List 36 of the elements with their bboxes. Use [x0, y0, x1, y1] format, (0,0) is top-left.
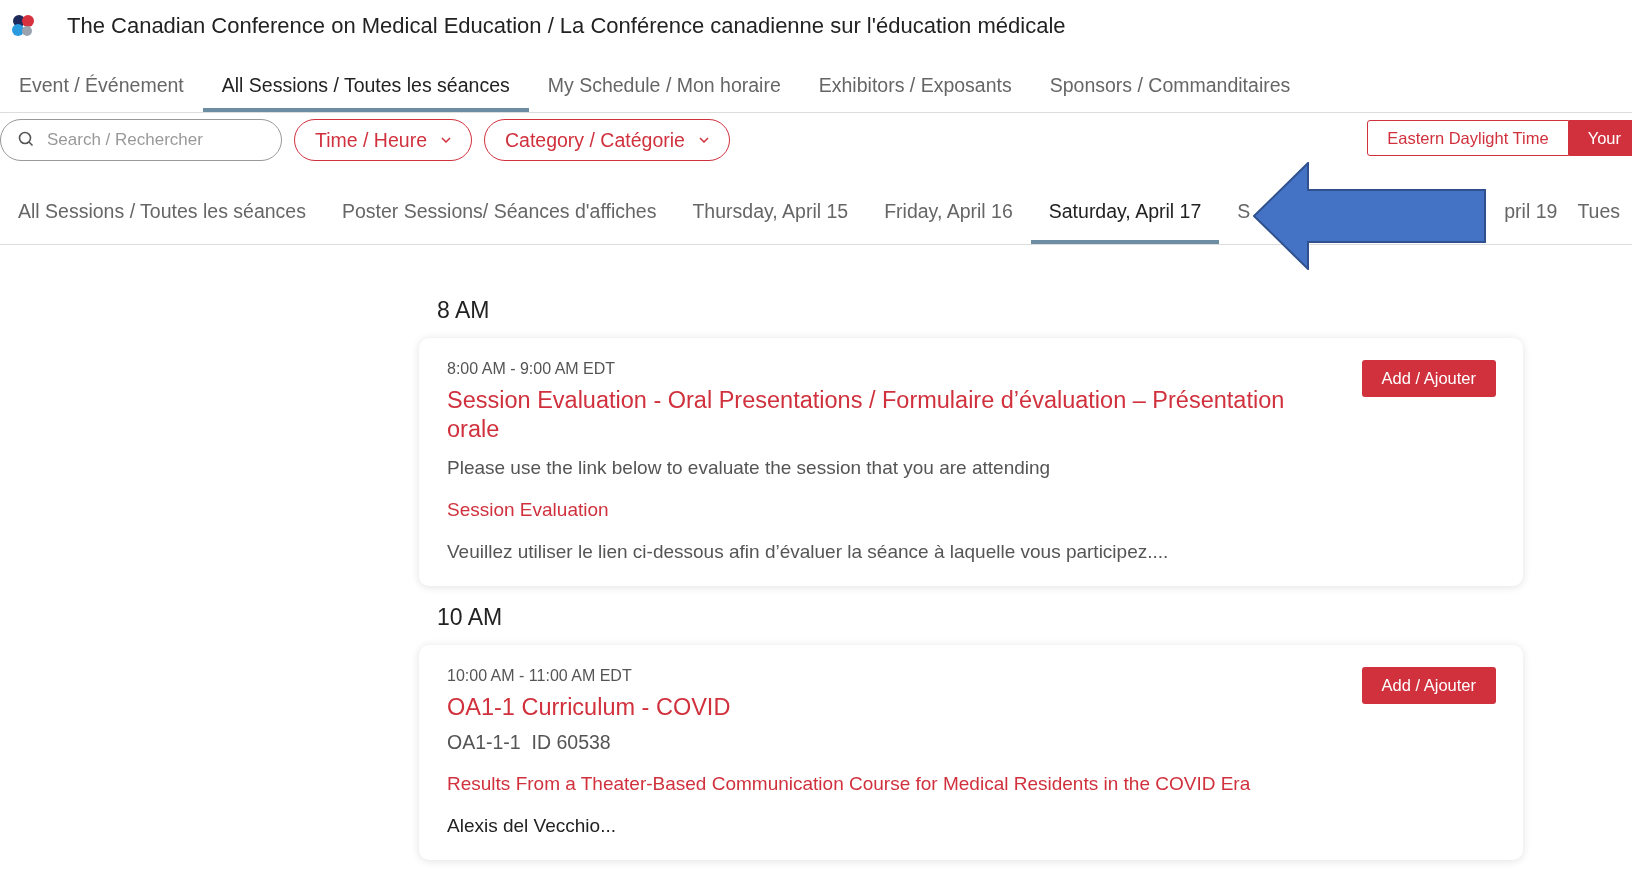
session-link[interactable]: Results From a Theater-Based Communication Course for Medical Residents in the COVID Era — [447, 772, 1327, 796]
nav-tab[interactable]: Exhibitors / Exposants — [799, 52, 1031, 112]
hour-heading: 10 AM — [436, 604, 504, 631]
session-description: Veuillez utiliser le lien ci-dessous afin d’évaluer la séance à laquelle vous participez.... — [447, 540, 1170, 564]
nav-tab[interactable]: My Schedule / Mon horaire — [528, 52, 800, 112]
filter-dropdown[interactable]: Category / Catégorie — [484, 119, 730, 161]
chevron-down-icon — [441, 137, 451, 143]
date-tab[interactable]: pril 19 — [1490, 188, 1568, 244]
date-tab[interactable]: Friday, April 16 — [866, 188, 1031, 244]
session-link[interactable]: Session Evaluation — [447, 498, 1327, 522]
session-title-link[interactable]: Session Evaluation - Oral Presentations / Formulaire d’évaluation – Présentation orale — [447, 386, 1327, 444]
date-tab[interactable]: Poster Sessions/ Séances d'affiches — [323, 188, 675, 244]
date-tab[interactable]: All Sessions / Toutes les séances — [0, 188, 324, 244]
add-button[interactable]: Add / Ajouter — [1361, 667, 1496, 704]
session-title-link[interactable]: OA1-1 Curriculum - COVID — [447, 693, 1327, 722]
date-tab[interactable]: Thursday, April 15 — [674, 188, 867, 244]
session-time: 10:00 AM - 11:00 AM EDT — [447, 667, 633, 685]
date-tab[interactable]: Tues — [1567, 188, 1621, 244]
session-description: Please use the link below to evaluate the session that you are attending — [447, 456, 1052, 480]
chevron-down-icon — [698, 137, 709, 143]
date-tab[interactable]: Saturday, April 17 — [1030, 188, 1220, 244]
filter-dropdown[interactable]: Time / Heure — [294, 119, 472, 161]
site-title: The Canadian Conference on Medical Education / La Conférence canadienne sur l'éducation médicale — [67, 13, 1066, 39]
nav-tab[interactable]: All Sessions / Toutes les séances — [202, 52, 529, 112]
abstract-id: OA1-1-1 ID 60538 — [447, 730, 612, 754]
search-field[interactable]: Search / Rechercher — [0, 119, 282, 161]
session-time: 8:00 AM - 9:00 AM EDT — [447, 360, 617, 378]
author-name: Alexis del Vecchio... — [447, 814, 617, 838]
timezone-option[interactable]: Eastern Daylight Time — [1367, 120, 1569, 156]
nav-tab[interactable]: Sponsors / Commanditaires — [1030, 52, 1310, 112]
timezone-option[interactable]: Your — [1568, 120, 1632, 156]
add-button[interactable]: Add / Ajouter — [1361, 360, 1496, 397]
date-tab[interactable]: S — [1219, 188, 1251, 244]
nav-tab[interactable]: Event / Événement — [0, 52, 203, 112]
hour-heading: 8 AM — [436, 297, 491, 324]
search-icon — [18, 131, 34, 147]
